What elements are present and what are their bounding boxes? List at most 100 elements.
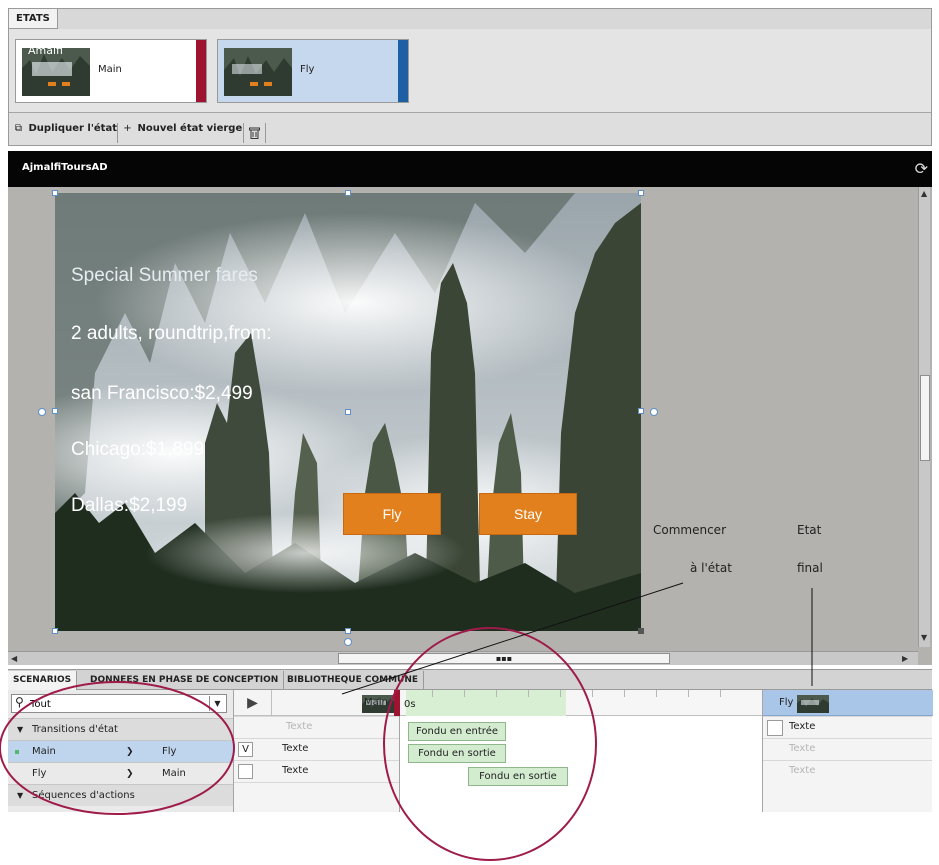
property-label: Texte	[282, 765, 309, 776]
arrow-right-icon: ❯	[126, 747, 134, 757]
plus-icon: +	[123, 123, 132, 134]
promo-line-chicago[interactable]: Chicago:$1,899	[71, 439, 204, 461]
ruler-tick	[720, 690, 721, 697]
collapse-triangle-icon[interactable]: ▼	[17, 719, 23, 741]
transition-to: Fly	[162, 746, 177, 757]
ruler-tick	[592, 690, 593, 697]
resize-handle-top-right[interactable]	[638, 190, 644, 196]
search-input[interactable]	[30, 697, 200, 711]
play-icon[interactable]: ▶	[234, 690, 272, 716]
effects-timeline[interactable]: 0s Fondu en entrée Fondu en sortie Fondu…	[400, 690, 762, 812]
property-row[interactable]: Texte	[234, 760, 399, 782]
callout-end-state-line2: final	[797, 561, 823, 575]
new-blank-state-label: Nouvel état vierge	[137, 123, 243, 134]
state-card-fly[interactable]: Fly	[217, 39, 409, 103]
duplicate-state-label: Dupliquer l'état	[28, 123, 117, 134]
end-property-row[interactable]: Texte	[763, 738, 932, 760]
tab-shared-library[interactable]: BIBLIOTHEQUE COMMUNE	[282, 671, 425, 690]
promo-headline[interactable]: Special Summer fares	[71, 265, 258, 287]
stage-title-bar: AjmalfiToursAD ⟳	[8, 151, 932, 187]
resize-handle-bottom[interactable]	[345, 628, 351, 634]
document-title: AjmalfiToursAD	[22, 162, 108, 173]
ruler-tick	[688, 690, 689, 697]
action-sequences-header[interactable]: ▼ Séquences d'actions	[8, 784, 233, 806]
vertical-scroll-thumb[interactable]	[920, 375, 930, 461]
end-state-label: Fly	[779, 697, 794, 708]
collapse-triangle-icon[interactable]: ▼	[17, 785, 23, 807]
refresh-icon[interactable]: ⟳	[915, 159, 928, 178]
promo-line-dallas[interactable]: Dallas:$2,199	[71, 495, 187, 517]
transition-to: Main	[162, 768, 186, 779]
property-row-empty	[234, 782, 399, 804]
start-state-label: Main	[364, 697, 388, 708]
scroll-left-icon[interactable]: ◀	[11, 654, 17, 663]
state-thumbnail-title: Amalfi	[28, 44, 63, 57]
end-state-thumbnail	[797, 695, 829, 713]
resize-handle-bottom-outer[interactable]	[344, 638, 352, 646]
end-property-row[interactable]: Texte	[763, 760, 932, 782]
resize-handle-top[interactable]	[345, 190, 351, 196]
arrow-right-icon: ❯	[126, 769, 134, 779]
action-sequences-label: Séquences d'actions	[32, 790, 135, 801]
horizontal-scrollbar[interactable]: ◀ ▪▪▪ ▶	[8, 651, 918, 665]
transition-from: Main	[32, 746, 56, 757]
resize-handle-bottom-left[interactable]	[52, 628, 58, 634]
ruler-tick	[528, 690, 529, 697]
resize-handle-top-left[interactable]	[52, 190, 58, 196]
duplicate-state-button[interactable]: ⧉ Dupliquer l'état	[9, 123, 118, 143]
effect-fade-out-2[interactable]: Fondu en sortie	[468, 767, 568, 786]
scroll-right-icon[interactable]: ▶	[902, 654, 908, 663]
resize-handle-bottom-right[interactable]	[638, 628, 644, 634]
state-card-main[interactable]: Amalfi Main	[15, 39, 207, 103]
transitions-header[interactable]: ▼ Transitions d'état	[8, 718, 233, 740]
tab-design-time-data[interactable]: DONNEES EN PHASE DE CONCEPTION	[85, 671, 285, 690]
fly-button[interactable]: Fly	[343, 493, 441, 535]
search-field[interactable]: ⚲ ▼	[11, 694, 227, 713]
center-point-handle[interactable]	[345, 409, 351, 415]
property-row[interactable]: V Texte	[234, 738, 399, 760]
effect-fade-out[interactable]: Fondu en sortie	[408, 744, 506, 763]
new-blank-state-button[interactable]: + Nouvel état vierge	[118, 123, 244, 143]
chevron-down-icon[interactable]: ▼	[209, 696, 225, 711]
end-state-header: Fly	[763, 690, 933, 716]
stay-button[interactable]: Stay	[479, 493, 577, 535]
effect-fade-in[interactable]: Fondu en entrée	[408, 722, 506, 741]
trash-icon	[249, 127, 260, 139]
ruler-tick	[560, 690, 561, 697]
transition-from: Fly	[32, 768, 47, 779]
active-transition-marker	[15, 750, 19, 754]
states-toolbar: ⧉ Dupliquer l'état + Nouvel état vierge	[9, 113, 931, 145]
property-label: Texte	[286, 721, 313, 732]
delete-state-button[interactable]	[244, 123, 266, 143]
end-property-checkbox[interactable]	[767, 720, 783, 736]
resize-handle-right[interactable]	[638, 408, 644, 414]
state-accent-fly	[398, 40, 408, 102]
time-ruler[interactable]: 0s	[400, 690, 762, 716]
property-row[interactable]: Texte	[234, 716, 399, 738]
promo-line-san-francisco[interactable]: san Francisco:$2,499	[71, 383, 253, 405]
scroll-down-icon[interactable]: ▼	[921, 633, 927, 642]
states-panel: ETATS Amalfi Main Fly ⧉ Dupliquer l'état…	[8, 8, 932, 146]
transitions-header-label: Transitions d'état	[32, 724, 118, 735]
promo-line-adults[interactable]: 2 adults, roundtrip,from:	[71, 323, 272, 345]
end-property-row[interactable]: Texte	[763, 716, 932, 738]
end-property-label: Texte	[789, 743, 816, 754]
vertical-scrollbar[interactable]: ▲ ▼	[918, 187, 930, 647]
resize-handle-left[interactable]	[38, 408, 46, 416]
states-panel-tab[interactable]: ETATS	[9, 9, 58, 29]
resize-handle-left-inner[interactable]	[52, 408, 58, 414]
duplicate-icon: ⧉	[14, 123, 23, 134]
tab-scenarios[interactable]: SCENARIOS	[8, 671, 78, 690]
resize-handle-right-outer[interactable]	[650, 408, 658, 416]
state-thumbnail-fly	[224, 48, 292, 96]
transition-duration-shade	[406, 690, 566, 716]
transition-row-main-fly[interactable]: Main ❯ Fly	[8, 740, 233, 762]
property-checkbox[interactable]	[238, 764, 253, 779]
callout-start-state-line1: Commencer	[653, 523, 727, 537]
property-checkbox[interactable]: V	[238, 742, 253, 757]
horizontal-scroll-thumb[interactable]: ▪▪▪	[338, 653, 670, 664]
scroll-up-icon[interactable]: ▲	[921, 189, 927, 198]
scenarios-list: ⚲ ▼ ▼ Transitions d'état Main ❯ Fly Fly …	[8, 690, 234, 812]
ruler-tick	[432, 690, 433, 697]
transition-row-fly-main[interactable]: Fly ❯ Main	[8, 762, 233, 784]
